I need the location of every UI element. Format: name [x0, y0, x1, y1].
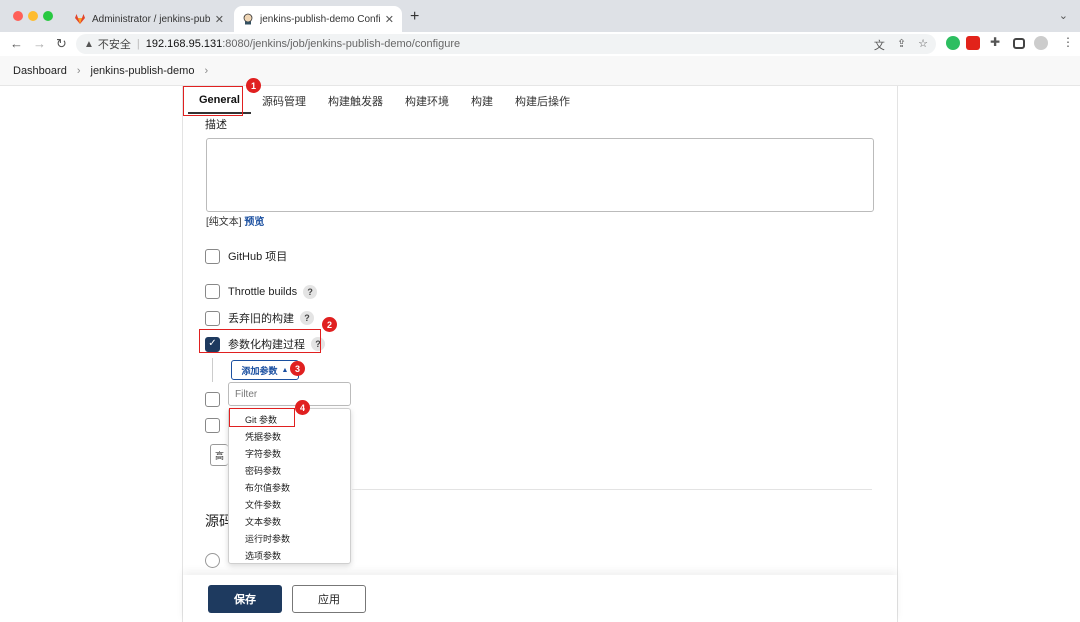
filter-input[interactable]: Filter — [228, 382, 351, 406]
throttle-builds-checkbox[interactable] — [205, 284, 220, 299]
jenkins-icon — [243, 13, 253, 25]
back-arrow-icon[interactable]: ← — [10, 36, 23, 51]
github-project-checkbox[interactable] — [205, 248, 220, 264]
add-parameter-label: 添加参数 — [241, 365, 278, 376]
close-window-button[interactable] — [13, 11, 23, 21]
page-margin — [0, 86, 182, 622]
option-label: Throttle builds — [228, 285, 298, 298]
kebab-menu-icon[interactable]: ⋮ — [1062, 35, 1076, 49]
side-panel-icon[interactable] — [1013, 38, 1025, 49]
description-format: [纯文本] 预览 — [206, 213, 264, 228]
browser-tab-gitlab[interactable]: Administrator / jenkins-publish ✕ — [66, 6, 232, 32]
section-divider — [352, 489, 872, 490]
plain-text-label: [纯文本] — [206, 217, 242, 228]
browser-tab-jenkins[interactable]: jenkins-publish-demo Config [ ✕ — [234, 6, 402, 32]
option-checkbox[interactable] — [205, 418, 220, 433]
section-heading-scm: 源码管理 — [205, 513, 228, 529]
insecure-label: 不安全 — [97, 39, 131, 51]
description-label: 描述 — [205, 119, 227, 131]
breadcrumb-job[interactable]: jenkins-publish-demo — [91, 65, 195, 77]
gitlab-icon — [75, 14, 85, 24]
url-host: 192.168.95.131 — [145, 38, 223, 50]
preview-link[interactable]: 预览 — [244, 217, 264, 228]
tab-post-build[interactable]: 构建后操作 — [504, 88, 581, 114]
filter-placeholder: Filter — [235, 388, 258, 400]
description-textarea[interactable] — [206, 138, 874, 212]
tab-source-code[interactable]: 源码管理 — [251, 88, 317, 114]
translate-icon[interactable]: 文 — [874, 37, 885, 53]
share-icon[interactable]: ⇪ — [897, 37, 906, 53]
add-parameter-button[interactable]: 添加参数 ▲ — [231, 360, 299, 380]
reload-icon[interactable]: ↻ — [56, 36, 67, 52]
menu-item-text-parameter[interactable]: 文本参数 — [229, 513, 350, 530]
tab-build-environment[interactable]: 构建环境 — [394, 88, 460, 114]
bookmark-star-icon[interactable]: ☆ — [918, 37, 928, 53]
breadcrumb-separator-icon: › — [204, 64, 209, 77]
annotation-badge: 4 — [295, 400, 310, 415]
extension-icon[interactable] — [966, 36, 980, 50]
chevron-down-icon[interactable]: ⌄ — [1059, 9, 1068, 22]
close-tab-icon[interactable]: ✕ — [385, 13, 394, 26]
scm-radio[interactable] — [205, 553, 220, 568]
browser-tab-bar: Administrator / jenkins-publish ✕ jenkin… — [0, 0, 1080, 32]
tab-build-triggers[interactable]: 构建触发器 — [317, 88, 394, 114]
breadcrumb: Dashboard › jenkins-publish-demo › — [0, 56, 1080, 86]
close-tab-icon[interactable]: ✕ — [215, 13, 224, 26]
menu-item-credentials-parameter[interactable]: 凭据参数 — [229, 428, 350, 445]
tab-title: jenkins-publish-demo Config [ — [260, 13, 381, 25]
breadcrumb-dashboard[interactable]: Dashboard — [13, 65, 67, 77]
annotation-box — [229, 408, 295, 427]
minimize-window-button[interactable] — [28, 11, 38, 21]
option-label: GitHub 项目 — [228, 251, 288, 263]
menu-item-choice-parameter[interactable]: 选项参数 — [229, 547, 350, 564]
url-input[interactable]: ▲ 不安全 | 192.168.95.131 :8080/jenkins/job… — [76, 34, 936, 54]
option-github-project: GitHub 项目 — [205, 248, 287, 264]
menu-item-file-parameter[interactable]: 文件参数 — [229, 496, 350, 513]
maximize-window-button[interactable] — [43, 11, 53, 21]
advanced-button-label: 高 — [215, 450, 225, 461]
puzzle-icon[interactable]: ✚ — [990, 35, 1004, 49]
option-label: 丢弃旧的构建 — [228, 313, 294, 325]
forward-arrow-icon[interactable]: → — [33, 36, 46, 51]
option-checkbox[interactable] — [205, 392, 220, 407]
profile-avatar[interactable] — [1034, 36, 1048, 50]
discard-old-builds-checkbox[interactable] — [205, 310, 220, 326]
advanced-button[interactable]: 高 — [210, 444, 228, 466]
config-tabs: General 源码管理 构建触发器 构建环境 构建 构建后操作 — [188, 88, 581, 114]
menu-item-password-parameter[interactable]: 密码参数 — [229, 462, 350, 479]
browser-address-bar: ← → ↻ ▲ 不安全 | 192.168.95.131 :8080/jenki… — [0, 32, 1080, 56]
annotation-box — [183, 86, 243, 116]
apply-button[interactable]: 应用 — [292, 585, 366, 613]
omnibox-separator: | — [136, 38, 140, 50]
new-tab-icon[interactable]: + — [410, 8, 419, 26]
help-icon[interactable]: ? — [303, 284, 318, 299]
caret-up-icon: ▲ — [281, 366, 289, 374]
annotation-badge: 2 — [322, 317, 337, 332]
save-button[interactable]: 保存 — [208, 585, 282, 613]
menu-item-run-parameter[interactable]: 运行时参数 — [229, 530, 350, 547]
option-throttle-builds: Throttle builds ? — [205, 284, 318, 299]
tab-title: Administrator / jenkins-publish — [92, 13, 211, 25]
parameter-type-menu: Git 参数 凭据参数 字符参数 密码参数 布尔值参数 文件参数 文本参数 运行… — [228, 408, 351, 564]
annotation-box — [199, 329, 321, 353]
form-footer — [183, 575, 897, 622]
menu-item-boolean-parameter[interactable]: 布尔值参数 — [229, 479, 350, 496]
annotation-badge: 3 — [290, 361, 305, 376]
option-discard-old-builds: 丢弃旧的构建 ? — [205, 310, 314, 326]
tab-build[interactable]: 构建 — [460, 88, 504, 114]
warning-icon[interactable]: ▲ — [84, 39, 94, 50]
help-icon[interactable]: ? — [300, 311, 314, 325]
url-path: :8080/jenkins/job/jenkins-publish-demo/c… — [222, 38, 461, 50]
nested-indent-line — [212, 358, 213, 382]
evernote-extension-icon[interactable] — [946, 36, 960, 50]
annotation-badge: 1 — [246, 78, 261, 93]
menu-item-string-parameter[interactable]: 字符参数 — [229, 445, 350, 462]
breadcrumb-separator-icon: › — [76, 64, 81, 77]
